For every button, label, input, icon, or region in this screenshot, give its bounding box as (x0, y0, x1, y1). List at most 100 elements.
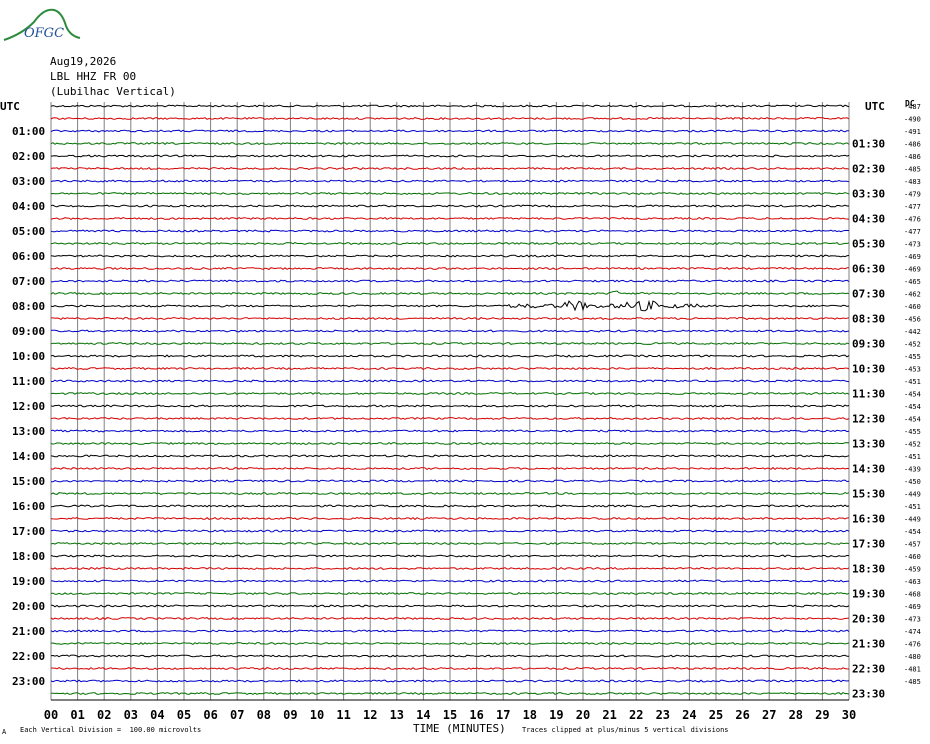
right-hour-label: 03:30 (852, 188, 885, 201)
left-hour-label: 09:00 (12, 325, 45, 338)
x-tick-label: 02 (97, 708, 111, 722)
x-tick-label: 14 (416, 708, 430, 722)
dc-offset-label: -469 (904, 266, 921, 274)
x-tick-label: 10 (310, 708, 324, 722)
left-hour-label: 03:00 (12, 175, 45, 188)
dc-offset-label: -468 (904, 591, 921, 599)
logo: OFGC (2, 4, 82, 44)
right-hour-label: 06:30 (852, 263, 885, 276)
left-hour-label: 01:00 (12, 125, 45, 138)
right-hour-label: 09:30 (852, 338, 885, 351)
left-hour-label: 08:00 (12, 300, 45, 313)
right-hour-label: 21:30 (852, 638, 885, 651)
dc-offset-label: -491 (904, 128, 921, 136)
x-tick-label: 07 (230, 708, 244, 722)
right-hour-label: 16:30 (852, 513, 885, 526)
right-hour-label: 07:30 (852, 288, 885, 301)
dc-offset-label: -490 (904, 116, 921, 124)
dc-offset-label: -455 (904, 353, 921, 361)
dc-offset-label: -452 (904, 341, 921, 349)
dc-offset-label: -454 (904, 416, 921, 424)
x-tick-label: 19 (549, 708, 563, 722)
footer-scale-note: Each Vertical Division = 100.00 microvol… (20, 726, 202, 734)
dc-offset-label: -449 (904, 516, 921, 524)
dc-offset-label: -450 (904, 478, 921, 486)
left-hour-label: 16:00 (12, 500, 45, 513)
x-tick-label: 05 (177, 708, 191, 722)
x-tick-label: 13 (390, 708, 404, 722)
x-tick-label: 03 (124, 708, 138, 722)
dc-offset-label: -481 (904, 666, 921, 674)
left-hour-label: 17:00 (12, 525, 45, 538)
dc-offset-label: -459 (904, 566, 921, 574)
left-hour-label: 06:00 (12, 250, 45, 263)
dc-offset-label: -453 (904, 366, 921, 374)
dc-offset-label: -454 (904, 528, 921, 536)
left-hour-label: 02:00 (12, 150, 45, 163)
right-hour-label: 05:30 (852, 238, 885, 251)
dc-offset-label: -457 (904, 541, 921, 549)
x-tick-label: 00 (44, 708, 58, 722)
left-hour-label: 11:00 (12, 375, 45, 388)
dc-offset-label: -454 (904, 403, 921, 411)
x-tick-label: 26 (735, 708, 749, 722)
dc-offset-label: -465 (904, 278, 921, 286)
left-hour-label: 19:00 (12, 575, 45, 588)
dc-offset-label: -486 (904, 153, 921, 161)
dc-offset-label: -483 (904, 178, 921, 186)
dc-offset-label: -451 (904, 453, 921, 461)
right-hour-label: 10:30 (852, 363, 885, 376)
dc-offset-label: -469 (904, 253, 921, 261)
dc-offset-label: -477 (904, 203, 921, 211)
right-hour-label: 15:30 (852, 488, 885, 501)
dc-offset-label: -456 (904, 316, 921, 324)
left-hour-label: 14:00 (12, 450, 45, 463)
left-hour-label: 18:00 (12, 550, 45, 563)
x-tick-label: 16 (469, 708, 483, 722)
x-tick-label: 04 (150, 708, 164, 722)
dc-offset-label: -455 (904, 428, 921, 436)
right-hour-label: 01:30 (852, 138, 885, 151)
right-hour-label: 13:30 (852, 438, 885, 451)
x-tick-label: 06 (203, 708, 217, 722)
dc-offset-label: -474 (904, 628, 921, 636)
dc-offset-label: -463 (904, 578, 921, 586)
dc-offset-label: -477 (904, 228, 921, 236)
x-axis-title: TIME (MINUTES) (413, 722, 506, 735)
right-hour-label: 18:30 (852, 563, 885, 576)
dc-offset-label: -480 (904, 653, 921, 661)
left-hour-label: 05:00 (12, 225, 45, 238)
header-station: LBL HHZ FR 00 (50, 70, 137, 83)
left-hour-label: 12:00 (12, 400, 45, 413)
dc-offset-label: -473 (904, 241, 921, 249)
right-axis-title: UTC (865, 100, 885, 113)
x-tick-label: 08 (257, 708, 271, 722)
helicorder-plot: 01:00 02:00 03:00 04:00 05:00 06:00 07:00 08:00… (12, 102, 921, 722)
left-hour-label: 22:00 (12, 650, 45, 663)
x-tick-label: 24 (682, 708, 696, 722)
dc-offset-label: -473 (904, 616, 921, 624)
x-tick-label: 21 (602, 708, 616, 722)
dc-offset-label: -479 (904, 191, 921, 199)
x-tick-label: 15 (443, 708, 457, 722)
dc-offset-label: -442 (904, 328, 921, 336)
right-hour-label: 08:30 (852, 313, 885, 326)
right-hour-label: 22:30 (852, 663, 885, 676)
x-tick-label: 09 (283, 708, 297, 722)
x-tick-label: 12 (363, 708, 377, 722)
left-hour-label: 21:00 (12, 625, 45, 638)
left-hour-label: 23:00 (12, 675, 45, 688)
dc-offset-label: -452 (904, 441, 921, 449)
left-hour-label: 13:00 (12, 425, 45, 438)
dc-offset-label: -439 (904, 466, 921, 474)
right-hour-label: 11:30 (852, 388, 885, 401)
dc-offset-label: -451 (904, 378, 921, 386)
right-hour-label: 19:30 (852, 588, 885, 601)
dc-offset-label: -449 (904, 491, 921, 499)
x-tick-label: 29 (815, 708, 829, 722)
dc-offset-label: -476 (904, 216, 921, 224)
x-tick-label: 22 (629, 708, 643, 722)
x-tick-label: 28 (789, 708, 803, 722)
left-axis-title: UTC (0, 100, 20, 113)
right-hour-label: 14:30 (852, 463, 885, 476)
